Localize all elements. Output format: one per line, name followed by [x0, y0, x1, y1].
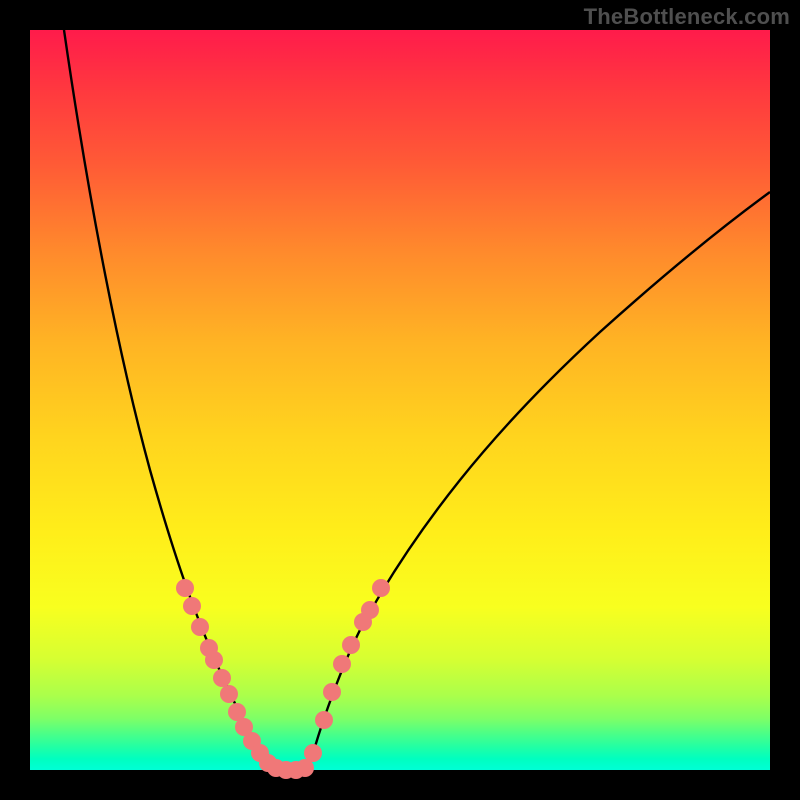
plot-area [30, 30, 770, 770]
data-dot [176, 579, 194, 597]
data-dot [191, 618, 209, 636]
data-dot [304, 744, 322, 762]
data-dot [315, 711, 333, 729]
chart-frame: TheBottleneck.com [0, 0, 800, 800]
data-dot [372, 579, 390, 597]
chart-svg [30, 30, 770, 770]
watermark-text: TheBottleneck.com [584, 4, 790, 30]
data-dot [361, 601, 379, 619]
data-dot [213, 669, 231, 687]
data-dot [323, 683, 341, 701]
data-dot [342, 636, 360, 654]
data-dot [183, 597, 201, 615]
data-dot [205, 651, 223, 669]
right-curve [300, 192, 770, 770]
data-dot [220, 685, 238, 703]
data-dots [176, 579, 390, 779]
data-dot [333, 655, 351, 673]
left-curve [64, 30, 278, 770]
